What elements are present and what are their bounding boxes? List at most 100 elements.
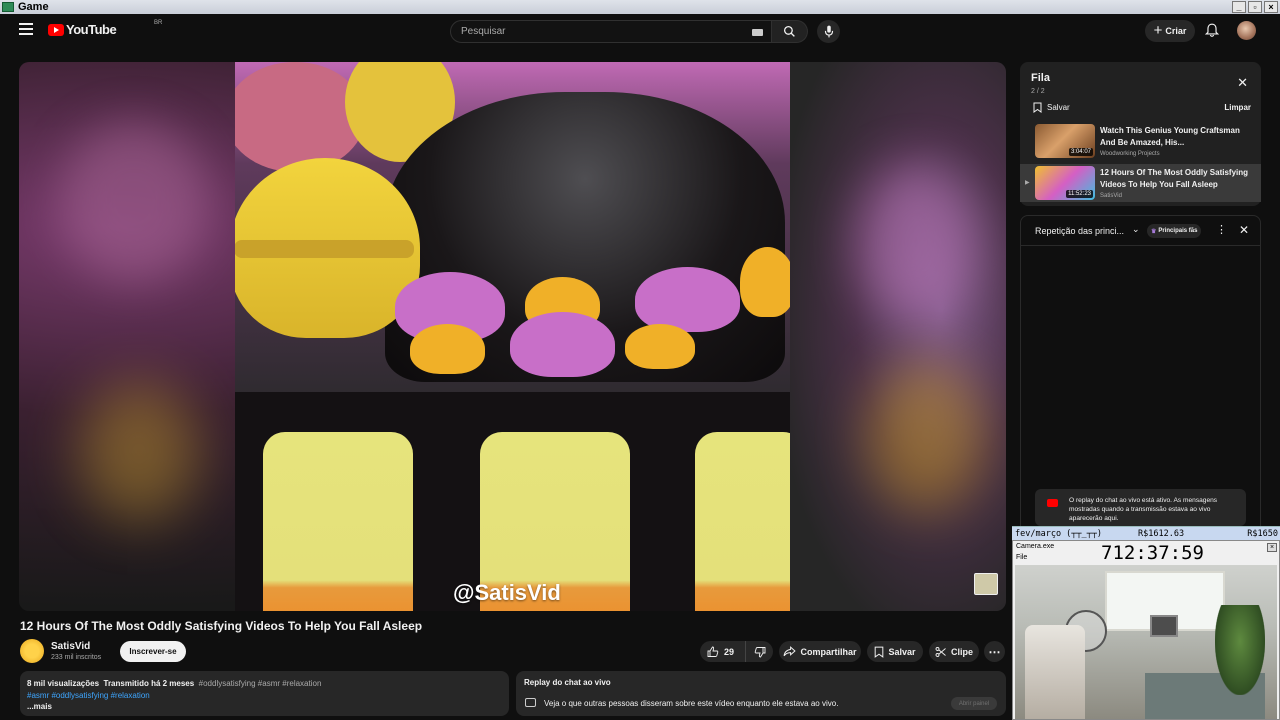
search-button[interactable] — [772, 20, 808, 43]
save-button[interactable]: Salvar — [867, 641, 923, 662]
description-tags-top[interactable]: #oddlysatisfying #asmr #relaxation — [199, 679, 322, 688]
queue-item-channel: Woodworking Projects — [1100, 151, 1160, 157]
share-button[interactable]: Compartilhar — [779, 641, 861, 662]
subscriber-count: 233 mil inscritos — [51, 654, 102, 661]
create-button[interactable]: + Criar — [1145, 20, 1195, 42]
queue-panel: Fila 2 / 2 ✕ Salvar Limpar 3:04:07 Watch… — [1020, 62, 1261, 206]
webcam-feed — [1015, 565, 1277, 719]
plus-icon: + — [1153, 22, 1163, 39]
sticky-current-amount: R$1612.63 — [1138, 528, 1185, 539]
camera-window-title: Camera.exe — [1016, 543, 1055, 550]
chat-replay-box: Replay do chat ao vivo Veja o que outras… — [516, 671, 1006, 716]
yellow-macaron — [235, 158, 420, 338]
search-input[interactable] — [451, 26, 731, 37]
live-chat-header: Repetição das princi... ⌄ ♛ Principais fã… — [1020, 215, 1261, 246]
youtube-play-icon — [48, 23, 64, 36]
description-box[interactable]: 8 mil visualizações Transmitido há 2 mes… — [20, 671, 509, 716]
window-title-bar: Game _ ▫ × — [0, 0, 1280, 14]
notifications-bell-icon[interactable] — [1205, 23, 1219, 38]
queue-title: Fila — [1031, 72, 1050, 84]
maximize-button[interactable]: ▫ — [1248, 1, 1262, 13]
account-avatar[interactable] — [1237, 21, 1256, 40]
channel-avatar[interactable] — [20, 639, 44, 663]
chevron-down-icon[interactable]: ⌄ — [1132, 224, 1140, 235]
video-player[interactable]: @SatisVid — [19, 62, 1006, 611]
queue-close-icon[interactable]: ✕ — [1237, 76, 1248, 89]
top-fans-badge[interactable]: ♛ Principais fãs — [1147, 224, 1202, 238]
share-icon — [784, 646, 797, 657]
microphone-icon — [824, 25, 833, 38]
share-label: Compartilhar — [800, 646, 857, 657]
minimize-button[interactable]: _ — [1232, 1, 1246, 13]
show-more-link[interactable]: ...mais — [27, 702, 52, 711]
channel-name[interactable]: SatisVid — [51, 641, 90, 652]
now-playing-icon: ▶ — [1025, 180, 1030, 186]
queue-clear-button[interactable]: Limpar — [1224, 103, 1251, 112]
scissors-icon — [935, 646, 946, 657]
chat-replay-title: Replay do chat ao vivo — [524, 678, 611, 687]
chat-replay-notice-text: O replay do chat ao vivo está ativo. As … — [1069, 497, 1218, 522]
keyboard-icon[interactable] — [752, 29, 763, 36]
window-title: Game — [18, 1, 49, 13]
subscribe-button[interactable]: Inscrever-se — [120, 641, 186, 662]
crown-icon: ♛ — [1151, 228, 1157, 235]
like-dislike-group: 29 — [700, 641, 773, 662]
video-frame: @SatisVid — [235, 62, 790, 611]
clip-label: Clipe — [950, 646, 973, 657]
like-count: 29 — [724, 646, 735, 657]
sticky-label: fev/março (┬┬_┬┬) — [1015, 528, 1102, 539]
camera-file-menu[interactable]: File — [1016, 554, 1027, 561]
queue-item-title: 12 Hours Of The Most Oddly Satisfying Vi… — [1100, 168, 1249, 189]
close-window-button[interactable]: × — [1264, 1, 1278, 13]
queue-item-title: Watch This Genius Young Craftsman And Be… — [1100, 126, 1240, 147]
clip-button[interactable]: Clipe — [929, 641, 979, 662]
bookmark-icon — [1033, 102, 1042, 113]
hamburger-menu-icon[interactable] — [19, 23, 33, 35]
voice-search-button[interactable] — [817, 20, 840, 43]
country-code: BR — [154, 20, 163, 26]
logo-text: YouTube — [66, 22, 117, 37]
more-horizontal-icon: ⋯ — [988, 644, 1001, 659]
like-button[interactable]: 29 — [700, 641, 746, 662]
streamed-date: Transmitido há 2 meses — [103, 679, 195, 688]
description-hashtags[interactable]: #asmr #oddlysatisfying #relaxation — [27, 690, 502, 702]
duration-badge: 11:52:23 — [1066, 190, 1093, 198]
youtube-icon — [1047, 499, 1058, 507]
room-chair — [1025, 625, 1085, 719]
queue-thumbnail: 3:04:07 — [1035, 124, 1095, 158]
queue-save-label: Salvar — [1047, 103, 1070, 112]
camera-window[interactable]: Camera.exe File 712:37:59 × — [1012, 540, 1280, 720]
chat-replay-text: Veja o que outras pessoas disseram sobre… — [544, 699, 839, 708]
duration-badge: 3:04:07 — [1068, 148, 1093, 156]
search-box — [450, 20, 772, 43]
channel-branding-watermark[interactable] — [974, 573, 998, 595]
stream-timer: 712:37:59 — [1101, 542, 1204, 564]
chat-bubble-icon — [525, 698, 536, 707]
queue-item-current[interactable]: ▶ 11:52:23 12 Hours Of The Most Oddly Sa… — [1020, 164, 1261, 202]
thumbs-down-icon — [754, 646, 765, 657]
more-actions-button[interactable]: ⋯ — [984, 641, 1005, 662]
dislike-button[interactable] — [746, 646, 773, 658]
chat-replay-notice: O replay do chat ao vivo está ativo. As … — [1035, 489, 1246, 526]
queue-item[interactable]: 3:04:07 Watch This Genius Young Craftsma… — [1020, 122, 1261, 160]
chat-mode-selector[interactable]: Repetição das princi... — [1035, 226, 1124, 236]
bookmark-icon — [875, 646, 884, 658]
room-tv — [1150, 615, 1178, 637]
room-plant — [1215, 605, 1265, 695]
overlay-sticky-bar: fev/março (┬┬_┬┬) R$1612.63 R$1650 — [1012, 526, 1280, 540]
live-chat-body — [1020, 246, 1261, 526]
masthead: YouTube BR + Criar — [0, 14, 1280, 48]
video-watermark: @SatisVid — [453, 580, 561, 605]
camera-close-button[interactable]: × — [1267, 543, 1277, 552]
video-title: 12 Hours Of The Most Oddly Satisfying Vi… — [20, 619, 423, 633]
open-panel-button[interactable]: Abrir painel — [951, 697, 997, 710]
create-label: Criar — [1165, 26, 1187, 36]
more-vertical-icon[interactable]: ⋮ — [1216, 223, 1227, 236]
close-chat-icon[interactable]: ✕ — [1239, 223, 1249, 237]
queue-save-button[interactable]: Salvar — [1033, 102, 1070, 113]
save-label: Salvar — [888, 646, 916, 657]
search-icon — [783, 25, 795, 37]
queue-item-channel: SatisVid — [1100, 193, 1122, 199]
youtube-logo[interactable]: YouTube BR — [48, 20, 162, 37]
app-icon — [2, 2, 14, 12]
